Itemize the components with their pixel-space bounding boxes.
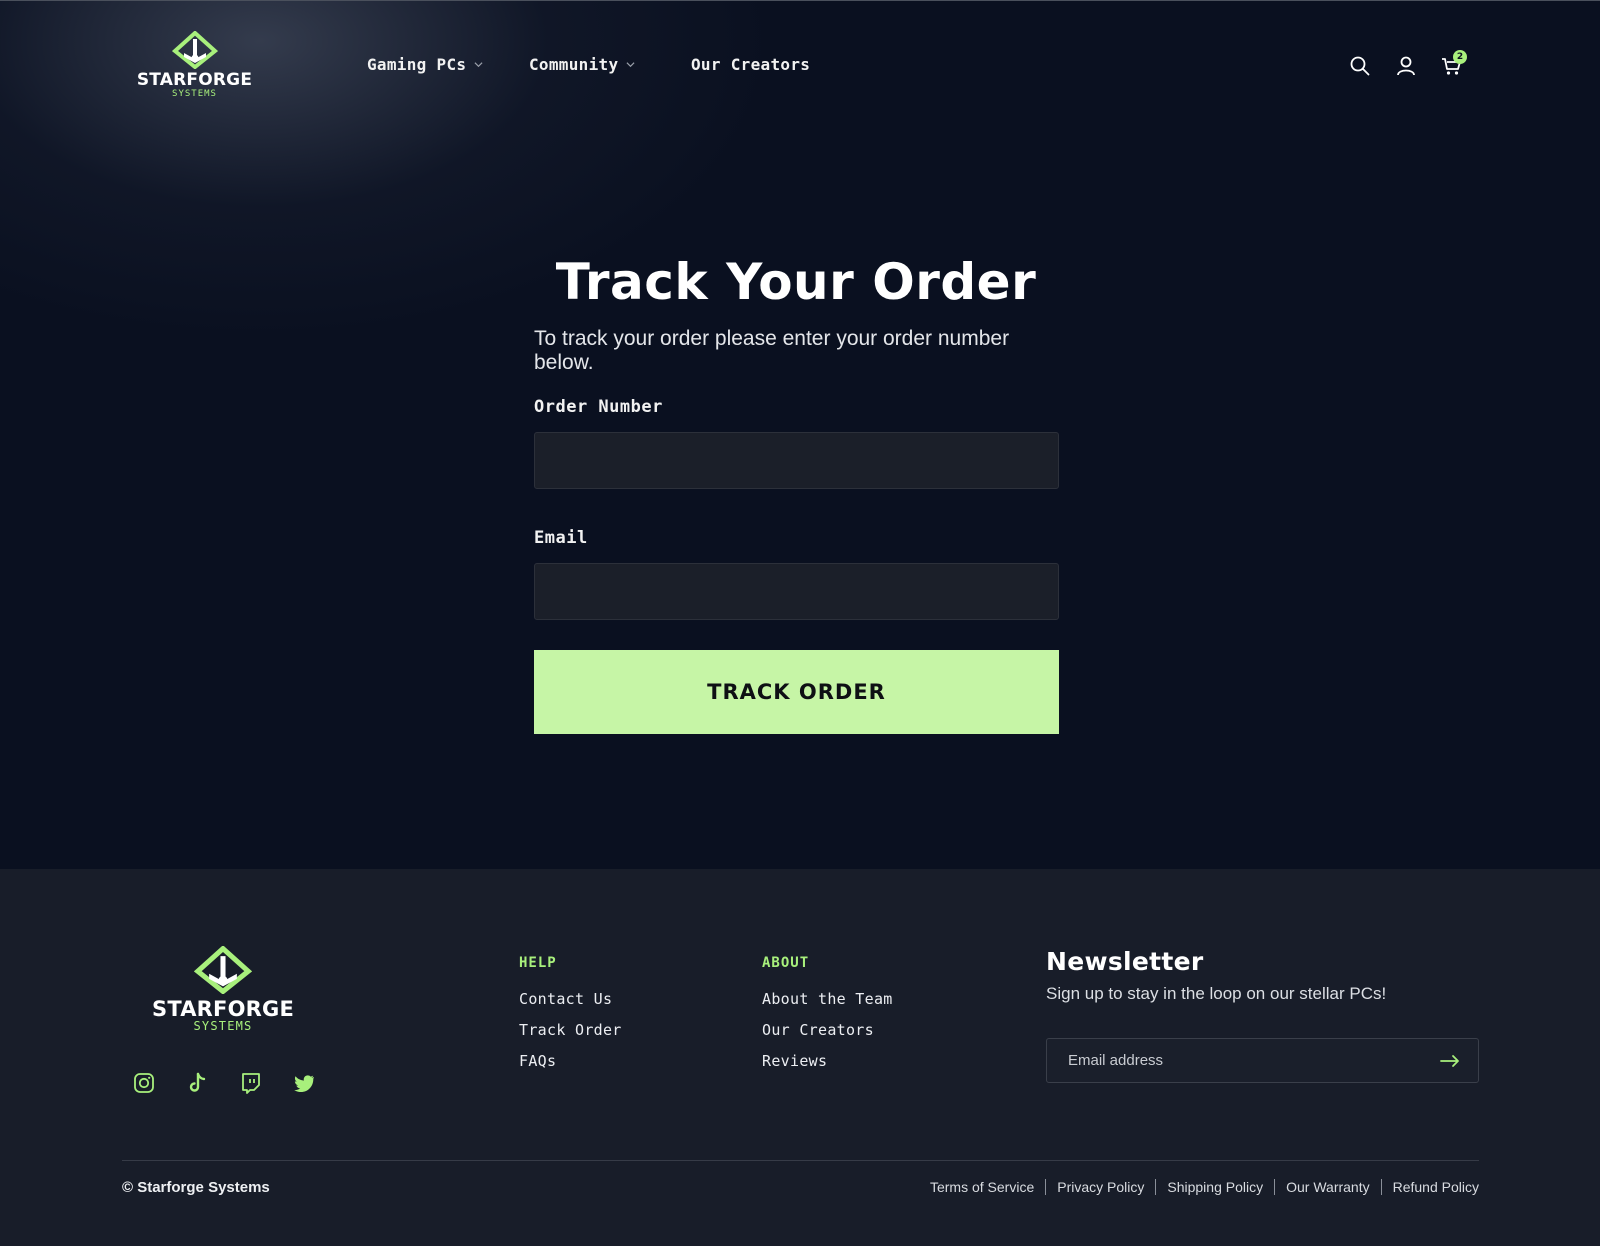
tiktok-icon[interactable] bbox=[186, 1072, 208, 1094]
footer-logo[interactable]: STARFORGE SYSTEMS bbox=[143, 946, 303, 1033]
instagram-icon[interactable] bbox=[133, 1072, 155, 1094]
legal-separator bbox=[1274, 1179, 1276, 1195]
email-input[interactable] bbox=[534, 563, 1059, 620]
legal-separator bbox=[1155, 1179, 1157, 1195]
footer-help-column: HELP Contact Us Track Order FAQs bbox=[519, 955, 622, 1083]
footer-link-faqs[interactable]: FAQs bbox=[519, 1052, 622, 1083]
legal-separator bbox=[1045, 1179, 1047, 1195]
footer-logo-wordmark: STARFORGE bbox=[152, 997, 294, 1021]
newsletter-email-input[interactable] bbox=[1047, 1039, 1427, 1082]
logo-tagline: SYSTEMS bbox=[172, 89, 217, 99]
copyright-text: © Starforge Systems bbox=[122, 1179, 270, 1196]
terms-of-service-link[interactable]: Terms of Service bbox=[930, 1179, 1034, 1195]
newsletter-title: Newsletter bbox=[1046, 947, 1204, 976]
account-icon[interactable] bbox=[1395, 55, 1417, 77]
chevron-down-icon bbox=[626, 62, 635, 68]
nav-our-creators-label: Our Creators bbox=[691, 55, 811, 74]
order-number-label: Order Number bbox=[534, 397, 663, 417]
track-order-form: Order Number Email TRACK ORDER bbox=[534, 397, 1059, 734]
newsletter-section: Newsletter Sign up to stay in the loop o… bbox=[1046, 947, 1479, 1083]
page-top: STARFORGE SYSTEMS Gaming PCs Community O… bbox=[0, 0, 1600, 869]
footer-help-heading: HELP bbox=[519, 955, 557, 971]
site-footer: STARFORGE SYSTEMS HELP Contact Us Track … bbox=[0, 869, 1600, 1246]
email-label: Email bbox=[534, 528, 588, 548]
logo-wordmark: STARFORGE bbox=[136, 70, 253, 90]
legal-separator bbox=[1380, 1179, 1382, 1195]
nav-community-label: Community bbox=[529, 55, 619, 74]
cart-button[interactable]: 2 bbox=[1441, 50, 1467, 77]
nav-our-creators[interactable]: Our Creators bbox=[691, 55, 851, 74]
newsletter-form bbox=[1046, 1038, 1479, 1083]
nav-gaming-pcs[interactable]: Gaming PCs bbox=[367, 55, 507, 74]
twitter-icon[interactable] bbox=[293, 1072, 315, 1094]
starforge-emblem-icon bbox=[194, 946, 252, 994]
order-number-input[interactable] bbox=[534, 432, 1059, 489]
footer-link-our-creators[interactable]: Our Creators bbox=[762, 1021, 893, 1052]
search-icon[interactable] bbox=[1349, 55, 1371, 77]
track-order-button[interactable]: TRACK ORDER bbox=[534, 650, 1059, 734]
nav-community[interactable]: Community bbox=[529, 55, 669, 74]
our-warranty-link[interactable]: Our Warranty bbox=[1286, 1179, 1370, 1195]
footer-about-column: ABOUT About the Team Our Creators Review… bbox=[762, 955, 893, 1083]
shipping-policy-link[interactable]: Shipping Policy bbox=[1167, 1179, 1263, 1195]
page-subtitle: To track your order please enter your or… bbox=[534, 327, 1010, 374]
footer-link-track-order[interactable]: Track Order bbox=[519, 1021, 622, 1052]
footer-divider bbox=[122, 1160, 1479, 1161]
footer-link-about-the-team[interactable]: About the Team bbox=[762, 990, 893, 1021]
footer-link-contact-us[interactable]: Contact Us bbox=[519, 990, 622, 1021]
footer-link-reviews[interactable]: Reviews bbox=[762, 1052, 893, 1083]
footer-about-links: About the Team Our Creators Reviews bbox=[762, 990, 893, 1083]
privacy-policy-link[interactable]: Privacy Policy bbox=[1057, 1179, 1144, 1195]
footer-about-heading: ABOUT bbox=[762, 955, 810, 971]
site-logo[interactable]: STARFORGE SYSTEMS bbox=[131, 31, 258, 103]
nav-gaming-pcs-label: Gaming PCs bbox=[367, 55, 467, 74]
twitch-icon[interactable] bbox=[240, 1072, 262, 1094]
chevron-down-icon bbox=[474, 62, 483, 68]
page-title: Track Your Order bbox=[555, 253, 1037, 311]
refund-policy-link[interactable]: Refund Policy bbox=[1393, 1179, 1479, 1195]
starforge-emblem-icon bbox=[171, 31, 218, 69]
legal-links: Terms of Service Privacy Policy Shipping… bbox=[930, 1179, 1479, 1195]
arrow-right-icon[interactable] bbox=[1440, 1052, 1460, 1070]
cart-count-badge: 2 bbox=[1453, 50, 1467, 64]
footer-logo-tagline: SYSTEMS bbox=[193, 1019, 253, 1033]
footer-help-links: Contact Us Track Order FAQs bbox=[519, 990, 622, 1083]
newsletter-subtitle: Sign up to stay in the loop on our stell… bbox=[1046, 984, 1387, 1003]
